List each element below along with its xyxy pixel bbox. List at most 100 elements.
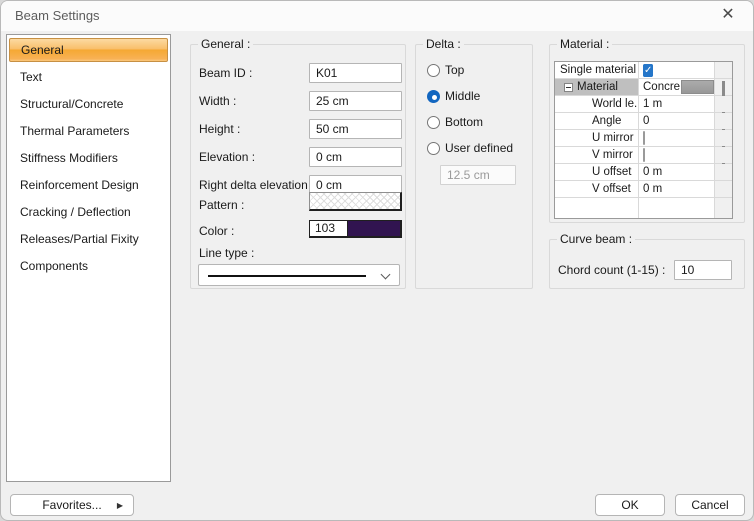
delta-group: Delta : Top Middle Bottom User defined 1… bbox=[415, 44, 533, 289]
world-length-value: 1 m bbox=[639, 96, 715, 112]
curve-beam-group: Curve beam : Chord count (1-15) : 10 bbox=[549, 239, 745, 289]
angle-value: 0 bbox=[639, 113, 715, 129]
sidebar-item-general[interactable]: General bbox=[9, 38, 168, 62]
table-row-single-material[interactable]: Single material ✓ bbox=[555, 62, 732, 79]
collapse-icon[interactable] bbox=[564, 83, 573, 92]
radio-user-defined[interactable]: User defined bbox=[427, 140, 513, 156]
checkbox-checked-icon[interactable]: ✓ bbox=[643, 64, 653, 77]
material-value-cell: Concre bbox=[639, 79, 715, 95]
radio-bottom-label: Bottom bbox=[445, 115, 483, 129]
radio-icon bbox=[427, 142, 440, 155]
sidebar-item-releases-partial-fixity[interactable]: Releases/Partial Fixity bbox=[9, 227, 168, 251]
width-label: Width : bbox=[199, 91, 236, 111]
width-input[interactable]: 25 cm bbox=[309, 91, 402, 111]
u-offset-label: U offset bbox=[555, 164, 639, 180]
radio-selected-icon bbox=[427, 90, 440, 103]
pattern-label: Pattern : bbox=[199, 195, 244, 215]
category-sidebar: General Text Structural/Concrete Thermal… bbox=[6, 34, 171, 482]
beam-settings-dialog: Beam Settings ✕ General Text Structural/… bbox=[0, 0, 754, 521]
favorites-button[interactable]: Favorites... ▶ bbox=[10, 494, 134, 516]
scrollbar-track bbox=[715, 62, 732, 78]
sidebar-item-components[interactable]: Components bbox=[9, 254, 168, 278]
table-row-v-mirror[interactable]: V mirror bbox=[555, 147, 732, 164]
checkbox-unchecked-icon[interactable] bbox=[643, 148, 645, 162]
height-input[interactable]: 50 cm bbox=[309, 119, 402, 139]
sidebar-item-text[interactable]: Text bbox=[9, 65, 168, 89]
color-picker[interactable]: 103 bbox=[309, 220, 402, 238]
favorites-label: Favorites... bbox=[42, 498, 101, 512]
radio-bottom[interactable]: Bottom bbox=[427, 114, 483, 130]
sidebar-item-cracking-deflection[interactable]: Cracking / Deflection bbox=[9, 200, 168, 224]
right-delta-elevation-label: Right delta elevation bbox=[199, 175, 308, 195]
table-row-material[interactable]: Material Concre bbox=[555, 79, 732, 96]
curve-beam-group-title: Curve beam : bbox=[557, 232, 635, 246]
checkbox-unchecked-icon[interactable] bbox=[643, 131, 645, 145]
table-row-empty bbox=[555, 198, 732, 218]
window-title: Beam Settings bbox=[15, 1, 100, 31]
delta-group-title: Delta : bbox=[423, 37, 464, 51]
user-defined-input[interactable]: 12.5 cm bbox=[440, 165, 516, 185]
color-number: 103 bbox=[310, 221, 348, 236]
material-row-label: Material bbox=[555, 79, 639, 95]
ok-button[interactable]: OK bbox=[595, 494, 665, 516]
radio-user-defined-label: User defined bbox=[445, 141, 513, 155]
chord-count-input[interactable]: 10 bbox=[674, 260, 732, 280]
single-material-label: Single material bbox=[555, 62, 639, 78]
u-mirror-label: U mirror bbox=[555, 130, 639, 146]
solid-line-sample bbox=[208, 275, 366, 277]
table-row-angle[interactable]: Angle 0 bbox=[555, 113, 732, 130]
chevron-down-icon bbox=[382, 271, 390, 279]
close-icon[interactable]: ✕ bbox=[711, 1, 745, 31]
line-type-label: Line type : bbox=[199, 243, 254, 263]
angle-label: Angle bbox=[555, 113, 639, 129]
radio-middle[interactable]: Middle bbox=[427, 88, 480, 104]
v-mirror-cell bbox=[639, 147, 715, 163]
scrollbar-track bbox=[715, 181, 732, 197]
general-group: General : Beam ID : K01 Width : 25 cm He… bbox=[190, 44, 406, 289]
elevation-label: Elevation : bbox=[199, 147, 255, 167]
scrollbar-track bbox=[715, 164, 732, 180]
scrollbar-track bbox=[715, 113, 732, 129]
sidebar-item-stiffness-modifiers[interactable]: Stiffness Modifiers bbox=[9, 146, 168, 170]
v-offset-value: 0 m bbox=[639, 181, 715, 197]
material-property-grid: Single material ✓ Material Concre Worl bbox=[554, 61, 733, 219]
material-group: Material : Single material ✓ Material Co… bbox=[549, 44, 745, 223]
title-bar: Beam Settings ✕ bbox=[1, 1, 753, 31]
browse-material-button[interactable] bbox=[681, 80, 714, 94]
beam-id-label: Beam ID : bbox=[199, 63, 252, 83]
u-mirror-cell bbox=[639, 130, 715, 146]
v-offset-label: V offset bbox=[555, 181, 639, 197]
radio-icon bbox=[427, 64, 440, 77]
sidebar-item-reinforcement-design[interactable]: Reinforcement Design bbox=[9, 173, 168, 197]
general-group-title: General : bbox=[198, 37, 253, 51]
scrollbar-track bbox=[715, 147, 732, 163]
color-swatch bbox=[348, 221, 400, 236]
elevation-input[interactable]: 0 cm bbox=[309, 147, 402, 167]
scrollbar-track bbox=[715, 96, 732, 112]
chord-count-label: Chord count (1-15) : bbox=[558, 260, 665, 280]
table-row-u-offset[interactable]: U offset 0 m bbox=[555, 164, 732, 181]
sidebar-item-structural-concrete[interactable]: Structural/Concrete bbox=[9, 92, 168, 116]
height-label: Height : bbox=[199, 119, 240, 139]
scrollbar-track bbox=[715, 130, 732, 146]
radio-top[interactable]: Top bbox=[427, 62, 464, 78]
arrow-right-icon: ▶ bbox=[117, 495, 123, 517]
table-row-u-mirror[interactable]: U mirror bbox=[555, 130, 732, 147]
pattern-button[interactable] bbox=[309, 192, 402, 211]
table-row-v-offset[interactable]: V offset 0 m bbox=[555, 181, 732, 198]
color-label: Color : bbox=[199, 221, 234, 241]
radio-middle-label: Middle bbox=[445, 89, 480, 103]
u-offset-value: 0 m bbox=[639, 164, 715, 180]
sidebar-item-thermal-parameters[interactable]: Thermal Parameters bbox=[9, 119, 168, 143]
v-mirror-label: V mirror bbox=[555, 147, 639, 163]
scrollbar-track bbox=[715, 79, 732, 95]
scrollbar-track bbox=[715, 198, 732, 218]
material-group-title: Material : bbox=[557, 37, 612, 51]
radio-icon bbox=[427, 116, 440, 129]
table-row-world-length[interactable]: World le... 1 m bbox=[555, 96, 732, 113]
beam-id-input[interactable]: K01 bbox=[309, 63, 402, 83]
cancel-button[interactable]: Cancel bbox=[675, 494, 745, 516]
radio-top-label: Top bbox=[445, 63, 464, 77]
single-material-cell: ✓ bbox=[639, 62, 715, 78]
line-type-dropdown[interactable] bbox=[198, 264, 400, 286]
